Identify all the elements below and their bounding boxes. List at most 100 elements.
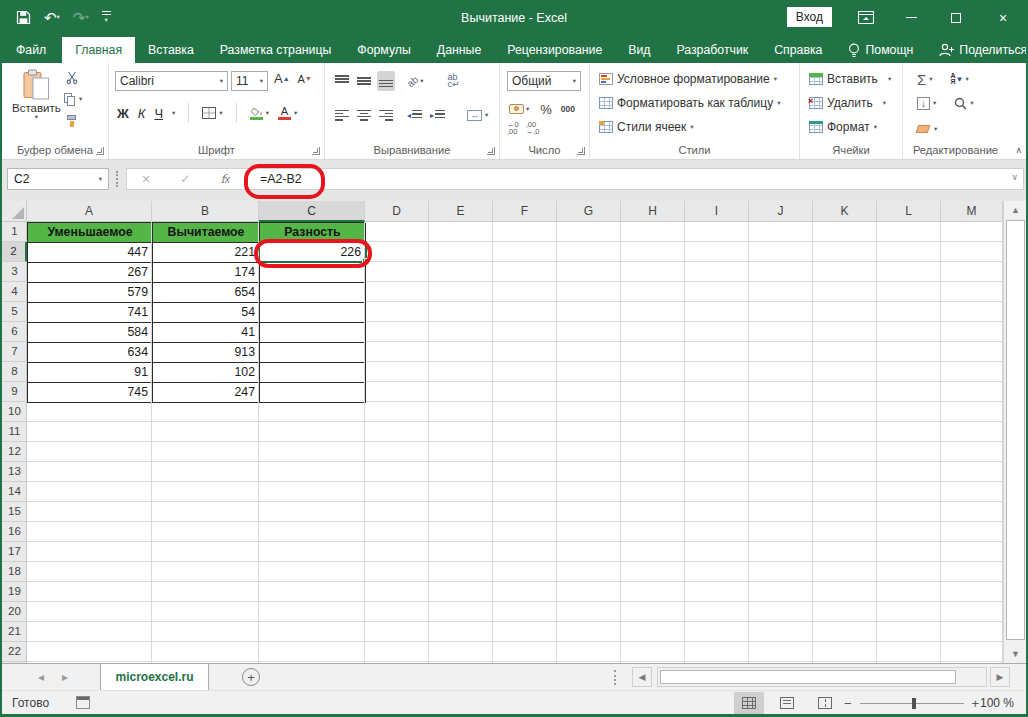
vertical-scroll-thumb[interactable] bbox=[1006, 220, 1025, 640]
insert-cells-button[interactable]: Вставить▾ bbox=[809, 68, 891, 90]
column-header-M[interactable]: M bbox=[941, 201, 1003, 222]
delete-cells-button[interactable]: × Удалить▾ bbox=[809, 92, 886, 114]
table-cell[interactable]: 91 bbox=[28, 363, 153, 383]
table-cell[interactable]: 584 bbox=[28, 323, 153, 343]
row-header-5[interactable]: 5 bbox=[2, 302, 27, 322]
table-cell[interactable]: 634 bbox=[28, 343, 153, 363]
table-cell[interactable]: 745 bbox=[28, 383, 153, 403]
column-header-B[interactable]: B bbox=[152, 201, 259, 222]
percent-style-button[interactable]: % bbox=[540, 102, 552, 117]
tab-scroll-splitter[interactable] bbox=[614, 670, 616, 685]
tab-view[interactable]: Вид bbox=[615, 37, 663, 63]
vertical-scrollbar[interactable]: ▲ ▼ bbox=[1003, 201, 1026, 663]
number-format-combo[interactable]: Общий▾ bbox=[507, 71, 581, 91]
row-header-2[interactable]: 2 bbox=[2, 242, 27, 262]
sheet-tab-active[interactable]: microexcel.ru bbox=[100, 664, 209, 690]
borders-button[interactable]: ▾ bbox=[202, 107, 222, 119]
row-header-12[interactable]: 12 bbox=[2, 442, 27, 462]
cancel-icon[interactable]: × bbox=[142, 171, 150, 187]
tab-file[interactable]: Файл bbox=[0, 37, 62, 63]
format-as-table-button[interactable]: Форматировать как таблицу▾ bbox=[599, 92, 780, 114]
collapse-ribbon-button[interactable]: ∧ bbox=[1015, 145, 1022, 155]
view-normal-button[interactable] bbox=[734, 692, 764, 714]
underline-button[interactable]: Ч bbox=[154, 106, 163, 121]
table-cell[interactable] bbox=[260, 323, 366, 343]
bold-button[interactable]: Ж bbox=[117, 106, 129, 121]
row-header-15[interactable]: 15 bbox=[2, 502, 27, 522]
tab-page-layout[interactable]: Разметка страницы bbox=[207, 37, 345, 63]
column-header-J[interactable]: J bbox=[749, 201, 813, 222]
row-header-21[interactable]: 21 bbox=[2, 622, 27, 642]
merge-center-button[interactable]: ↔▾ bbox=[465, 105, 490, 125]
clipboard-dialog-launcher[interactable] bbox=[96, 147, 104, 155]
share-button[interactable]: Поделиться bbox=[926, 37, 1028, 63]
cell-styles-button[interactable]: Стили ячеек▾ bbox=[599, 116, 694, 138]
table-cell[interactable] bbox=[260, 303, 366, 323]
formula-bar-expand-icon[interactable]: ∨ bbox=[1011, 172, 1018, 182]
tab-help[interactable]: Справка bbox=[761, 37, 835, 63]
wrap-text-button[interactable]: abc↵ bbox=[445, 71, 461, 91]
table-cell[interactable]: 654 bbox=[153, 283, 260, 303]
row-header-8[interactable]: 8 bbox=[2, 362, 27, 382]
column-header-C[interactable]: C bbox=[259, 201, 365, 222]
zoom-out-icon[interactable]: − bbox=[844, 696, 852, 711]
view-page-break-button[interactable] bbox=[810, 692, 840, 714]
tab-home[interactable]: Главная bbox=[62, 37, 135, 63]
align-right-button[interactable] bbox=[377, 105, 395, 125]
table-cell[interactable] bbox=[260, 383, 366, 403]
name-box[interactable]: C2▾ bbox=[7, 168, 109, 190]
align-middle-button[interactable] bbox=[355, 71, 373, 91]
shrink-font-button[interactable]: А▼ bbox=[298, 73, 312, 85]
font-dialog-launcher[interactable] bbox=[312, 147, 320, 155]
sheet-nav-left-icon[interactable]: ◂ bbox=[38, 664, 44, 690]
tab-developer[interactable]: Разработчик bbox=[663, 37, 761, 63]
fill-button[interactable]: ↓▾ bbox=[915, 93, 938, 113]
sheet-nav-right-icon[interactable]: ▸ bbox=[62, 664, 68, 690]
tab-data[interactable]: Данные bbox=[424, 37, 494, 63]
table-cell[interactable]: 174 bbox=[153, 263, 260, 283]
scroll-left-button[interactable]: ◀ bbox=[632, 667, 652, 687]
name-box-splitter[interactable] bbox=[116, 171, 118, 187]
format-painter-button[interactable] bbox=[66, 115, 78, 127]
table-cell[interactable] bbox=[260, 363, 366, 383]
insert-function-icon[interactable]: fx bbox=[220, 172, 229, 186]
align-center-button[interactable] bbox=[355, 105, 373, 125]
italic-button[interactable]: К bbox=[138, 106, 146, 121]
ribbon-display-options-button[interactable] bbox=[852, 0, 880, 35]
cut-button[interactable] bbox=[66, 71, 78, 84]
row-header-6[interactable]: 6 bbox=[2, 322, 27, 342]
column-header-H[interactable]: H bbox=[621, 201, 685, 222]
table-header-cell[interactable]: Вычитаемое bbox=[153, 223, 260, 243]
column-header-I[interactable]: I bbox=[685, 201, 749, 222]
horizontal-scroll-thumb[interactable] bbox=[660, 670, 956, 684]
minimize-button[interactable] bbox=[897, 0, 925, 35]
horizontal-scrollbar[interactable] bbox=[657, 667, 987, 687]
row-header-3[interactable]: 3 bbox=[2, 262, 27, 282]
row-header-10[interactable]: 10 bbox=[2, 402, 27, 422]
column-header-F[interactable]: F bbox=[493, 201, 557, 222]
align-bottom-button[interactable] bbox=[377, 71, 395, 91]
grow-font-button[interactable]: А▲ bbox=[274, 71, 290, 86]
sort-filter-button[interactable]: АЯ▼▾ bbox=[949, 69, 971, 89]
cell-area[interactable]: УменьшаемоеВычитаемоеРазность44722122626… bbox=[27, 222, 1003, 663]
row-header-20[interactable]: 20 bbox=[2, 602, 27, 622]
paste-button[interactable]: Вставить ▾ bbox=[12, 69, 61, 121]
row-header-11[interactable]: 11 bbox=[2, 422, 27, 442]
table-cell[interactable]: 741 bbox=[28, 303, 153, 323]
row-header-7[interactable]: 7 bbox=[2, 342, 27, 362]
column-header-L[interactable]: L bbox=[877, 201, 941, 222]
orientation-button[interactable]: ab▾ bbox=[405, 71, 425, 91]
row-header-9[interactable]: 9 bbox=[2, 382, 27, 402]
close-button[interactable]: × bbox=[989, 0, 1017, 35]
conditional-formatting-button[interactable]: Условное форматирование▾ bbox=[599, 68, 777, 90]
row-header-16[interactable]: 16 bbox=[2, 522, 27, 542]
autosum-button[interactable]: Σ▾ bbox=[915, 69, 935, 89]
format-cells-button[interactable]: Формат▾ bbox=[809, 116, 877, 138]
accounting-format-button[interactable]: ▾ bbox=[507, 99, 531, 119]
row-header-13[interactable]: 13 bbox=[2, 462, 27, 482]
table-cell[interactable] bbox=[260, 283, 366, 303]
column-header-A[interactable]: A bbox=[27, 201, 152, 222]
row-header-1[interactable]: 1 bbox=[2, 222, 27, 242]
alignment-dialog-launcher[interactable] bbox=[487, 147, 495, 155]
table-cell[interactable]: 41 bbox=[153, 323, 260, 343]
